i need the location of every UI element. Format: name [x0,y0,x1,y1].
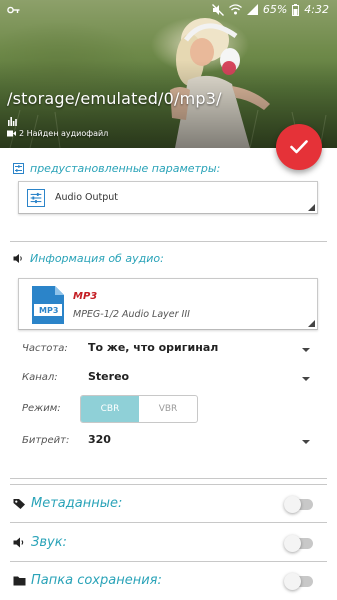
frequency-chevron-down-icon[interactable] [302,348,310,352]
sliders-icon [27,189,45,207]
preset-selected: Audio Output [55,192,119,203]
status-bar: 65% 4:32 [0,0,337,20]
found-files-text: 2 Найден аудиофайл [19,129,109,138]
battery-icon [292,3,300,16]
presets-section-label: предустановленные параметры: [13,162,220,175]
check-icon [290,140,308,154]
tag-icon [13,499,25,509]
found-files-row: 2 Найден аудиофайл [7,129,108,138]
presets-label: предустановленные параметры: [30,162,221,175]
folder-icon [13,576,26,586]
mode-segmented-control[interactable]: CBR VBR [80,395,198,423]
mp3-file-icon [32,286,64,324]
audio-format-title: MP3 [73,291,98,302]
mode-label: Режим: [22,403,61,414]
audio-info-section-label: Информация об аудио: [13,252,164,265]
mp3-icon-text: MP3 [39,306,59,315]
divider [10,561,327,562]
audio-format-description: MPEG-1/2 Audio Layer III [73,309,190,320]
presets-icon [13,163,24,174]
camera-icon [7,130,16,137]
folder-path[interactable]: /storage/emulated/0/mp3/ [7,89,222,108]
audio-info-label: Информация об аудио: [30,252,164,265]
wifi-icon [228,4,242,15]
dropdown-corner-icon [308,320,315,327]
battery-percent: 65% [262,3,288,16]
bitrate-select[interactable]: 320 [88,433,111,446]
divider [10,241,327,242]
sound-switch[interactable] [284,535,313,552]
clock: 4:32 [304,3,329,16]
channel-chevron-down-icon[interactable] [302,377,310,381]
save-folder-switch[interactable] [284,573,313,590]
metadata-switch[interactable] [284,496,313,513]
frequency-select[interactable]: То же, что оригинал [88,341,218,354]
speaker-icon [13,537,24,548]
signal-icon [246,4,258,15]
channel-label: Канал: [22,372,58,383]
bitrate-label: Битрейт: [22,435,70,446]
frequency-label: Частота: [22,343,68,354]
mode-vbr-button[interactable]: VBR [139,396,197,422]
save-folder-label: Папка сохранения: [31,573,162,588]
save-folder-toggle-row[interactable]: Папка сохранения: [13,568,323,594]
equalizer-icon [8,117,17,126]
bitrate-chevron-down-icon[interactable] [302,440,310,444]
speaker-icon [13,253,24,264]
audio-format-dropdown[interactable]: MP3 MP3 MPEG-1/2 Audio Layer III [18,278,318,330]
metadata-toggle-row[interactable]: Метаданные: [13,491,323,517]
header-banner: 65% 4:32 /storage/emulated/0/mp3/ 2 Найд… [0,0,337,148]
mute-icon [211,3,224,16]
confirm-fab-button[interactable] [276,124,322,170]
divider [10,522,327,523]
sound-toggle-row[interactable]: Звук: [13,530,323,556]
divider [10,484,327,485]
status-right: 65% 4:32 [211,3,329,16]
dropdown-corner-icon [308,204,315,211]
mode-cbr-button[interactable]: CBR [81,396,139,422]
preset-dropdown[interactable]: Audio Output [18,181,318,214]
metadata-label: Метаданные: [31,496,123,511]
key-icon [7,6,20,14]
channel-select[interactable]: Stereo [88,370,129,383]
divider [10,478,327,479]
sound-label: Звук: [31,535,67,550]
